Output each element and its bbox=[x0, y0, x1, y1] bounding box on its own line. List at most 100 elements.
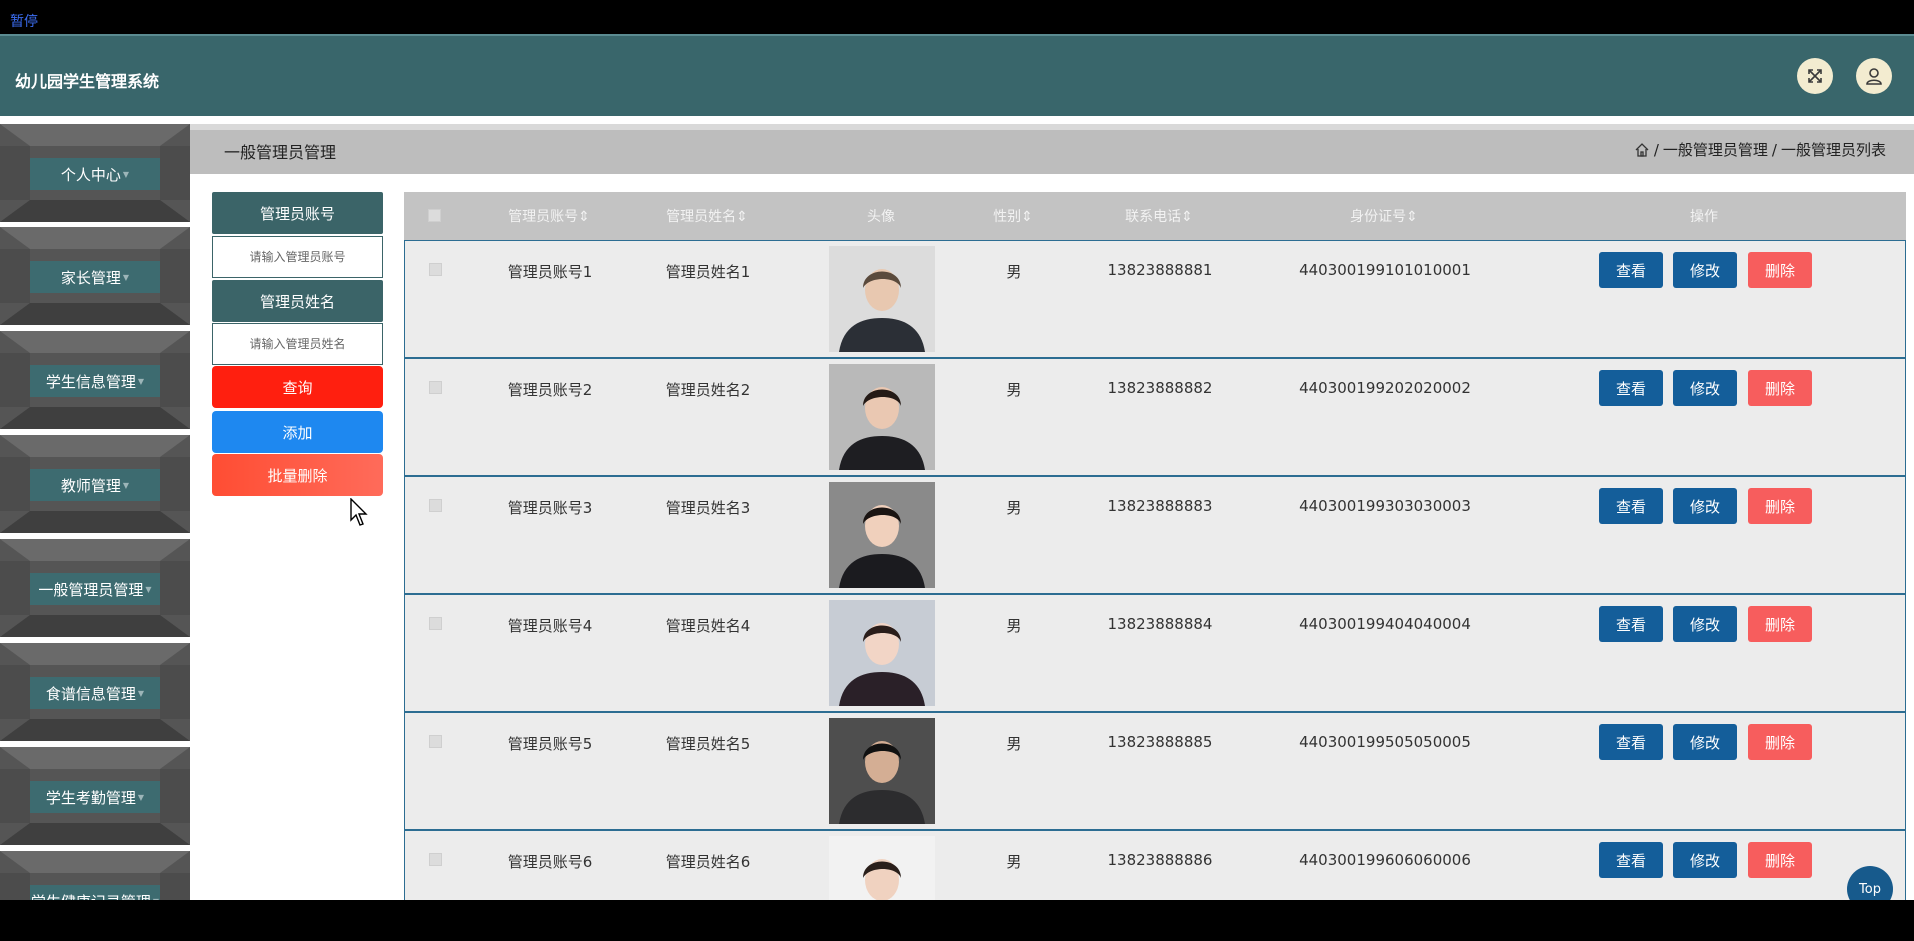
account-search-input[interactable] bbox=[212, 236, 383, 278]
video-player-bar: 暂停 bbox=[0, 0, 1914, 34]
edit-button[interactable]: 修改 bbox=[1673, 724, 1737, 760]
view-button[interactable]: 查看 bbox=[1599, 252, 1663, 288]
sidebar-item-text: 教师管理 bbox=[60, 476, 121, 495]
cell-account: 管理员账号6 bbox=[507, 853, 593, 871]
query-button[interactable]: 查询 bbox=[212, 366, 383, 408]
fullscreen-button[interactable] bbox=[1797, 58, 1833, 94]
column-header-text: 身份证号 bbox=[1350, 209, 1407, 225]
row-checkbox[interactable] bbox=[429, 263, 442, 276]
view-button[interactable]: 查看 bbox=[1599, 842, 1663, 878]
edit-button[interactable]: 修改 bbox=[1673, 606, 1737, 642]
chevron-down-icon: ▼ bbox=[137, 688, 145, 698]
breadcrumb: / 一般管理员管理 / 一般管理员列表 bbox=[1634, 139, 1886, 160]
sidebar-item-text: 学生健康记录管理 bbox=[31, 891, 151, 901]
avatar bbox=[829, 482, 935, 588]
delete-button[interactable]: 删除 bbox=[1748, 842, 1812, 878]
cell-id-card: 440300199505050005 bbox=[1299, 733, 1471, 751]
sidebar-item-text: 食谱信息管理 bbox=[45, 684, 136, 703]
table-row[interactable]: 管理员账号2 管理员姓名2 男 13823888882 4403001992020200… bbox=[404, 358, 1906, 476]
user-icon bbox=[1866, 68, 1882, 85]
column-header[interactable]: 性别⇕ bbox=[988, 206, 1038, 226]
table-row[interactable]: 管理员账号5 管理员姓名5 男 13823888885 4403001995050500… bbox=[404, 712, 1906, 830]
delete-button[interactable]: 删除 bbox=[1748, 488, 1812, 524]
cell-account: 管理员账号2 bbox=[507, 381, 593, 399]
sidebar-item-text: 学生考勤管理 bbox=[45, 788, 136, 807]
name-search-input[interactable] bbox=[212, 323, 383, 365]
sidebar-item-text: 学生信息管理 bbox=[45, 372, 136, 391]
column-header: 操作 bbox=[1690, 209, 1718, 225]
select-all-checkbox[interactable] bbox=[428, 209, 441, 222]
delete-button[interactable]: 删除 bbox=[1748, 724, 1812, 760]
sidebar-item-label: 个人中心 ▼ bbox=[30, 158, 160, 190]
sidebar-item-label: 学生信息管理 ▼ bbox=[30, 365, 160, 397]
sidebar-item-label: 家长管理 ▼ bbox=[30, 261, 160, 293]
fullscreen-icon bbox=[1808, 69, 1822, 83]
delete-button[interactable]: 删除 bbox=[1748, 370, 1812, 406]
delete-button[interactable]: 删除 bbox=[1748, 252, 1812, 288]
edit-button[interactable]: 修改 bbox=[1673, 488, 1737, 524]
cell-phone: 13823888884 bbox=[1107, 615, 1213, 633]
sidebar-item-recipes[interactable]: 食谱信息管理 ▼ bbox=[0, 643, 190, 741]
pause-status[interactable]: 暂停 bbox=[10, 11, 38, 31]
breadcrumb-separator: / bbox=[1771, 140, 1777, 159]
user-button[interactable] bbox=[1856, 58, 1892, 94]
cell-phone: 13823888886 bbox=[1107, 851, 1213, 869]
breadcrumb-item[interactable]: 一般管理员管理 bbox=[1663, 139, 1768, 160]
row-checkbox[interactable] bbox=[429, 381, 442, 394]
column-header[interactable]: 联系电话⇕ bbox=[1099, 206, 1219, 226]
sidebar-item-teachers[interactable]: 教师管理 ▼ bbox=[0, 435, 190, 533]
table-row[interactable]: 管理员账号4 管理员姓名4 男 13823888884 4403001994040400… bbox=[404, 594, 1906, 712]
chevron-down-icon: ▼ bbox=[137, 792, 145, 802]
sidebar-item-text: 个人中心 bbox=[60, 165, 121, 184]
row-checkbox[interactable] bbox=[429, 735, 442, 748]
view-button[interactable]: 查看 bbox=[1599, 606, 1663, 642]
row-checkbox[interactable] bbox=[429, 617, 442, 630]
breadcrumb-bar: 一般管理员管理 / 一般管理员管理 / 一般管理员列表 bbox=[190, 124, 1914, 174]
sidebar-item-attendance[interactable]: 学生考勤管理 ▼ bbox=[0, 747, 190, 845]
column-header[interactable]: 管理员姓名⇕ bbox=[662, 206, 752, 226]
view-button[interactable]: 查看 bbox=[1599, 724, 1663, 760]
cell-gender: 男 bbox=[1006, 617, 1022, 635]
table-row[interactable]: 管理员账号6 管理员姓名6 男 13823888886 4403001996060600… bbox=[404, 830, 1906, 900]
edit-button[interactable]: 修改 bbox=[1673, 252, 1737, 288]
table-row[interactable]: 管理员账号1 管理员姓名1 男 13823888881 4403001991010100… bbox=[404, 240, 1906, 358]
cell-name: 管理员姓名1 bbox=[665, 263, 751, 281]
view-button[interactable]: 查看 bbox=[1599, 370, 1663, 406]
column-header-text: 联系电话 bbox=[1125, 209, 1182, 225]
avatar bbox=[829, 718, 935, 824]
avatar bbox=[829, 600, 935, 706]
edit-button[interactable]: 修改 bbox=[1673, 842, 1737, 878]
edit-button[interactable]: 修改 bbox=[1673, 370, 1737, 406]
sidebar-item-label: 食谱信息管理 ▼ bbox=[30, 677, 160, 709]
batch-delete-button[interactable]: 批量删除 bbox=[212, 454, 383, 496]
column-header[interactable]: 身份证号⇕ bbox=[1324, 206, 1444, 226]
cell-id-card: 440300199404040004 bbox=[1299, 615, 1471, 633]
sidebar: 个人中心 ▼ 家长管理 ▼ 学生信息管理 ▼ 教师管理 ▼ 一般管理员管理 ▼ 食谱信息管… bbox=[0, 124, 190, 900]
cell-gender: 男 bbox=[1006, 735, 1022, 753]
sort-icon: ⇕ bbox=[1021, 209, 1033, 225]
add-button[interactable]: 添加 bbox=[212, 411, 383, 453]
breadcrumb-item: 一般管理员列表 bbox=[1780, 141, 1886, 159]
column-header[interactable]: 管理员账号⇕ bbox=[504, 206, 594, 226]
sidebar-item-health[interactable]: 学生健康记录管理▼ bbox=[0, 851, 190, 900]
sidebar-item-profile[interactable]: 个人中心 ▼ bbox=[0, 124, 190, 222]
avatar bbox=[829, 364, 935, 470]
delete-button[interactable]: 删除 bbox=[1748, 606, 1812, 642]
home-icon[interactable] bbox=[1634, 142, 1650, 158]
row-checkbox[interactable] bbox=[429, 499, 442, 512]
app-window: 幼儿园学生管理系统 个人中心 ▼ 家长管理 ▼ 学生信息管理 ▼ 教师管理 ▼ … bbox=[0, 34, 1914, 900]
breadcrumb-separator: / bbox=[1653, 140, 1659, 159]
chevron-down-icon: ▼ bbox=[122, 480, 130, 490]
cell-name: 管理员姓名4 bbox=[665, 617, 751, 635]
table-row[interactable]: 管理员账号3 管理员姓名3 男 13823888883 4403001993030300… bbox=[404, 476, 1906, 594]
avatar bbox=[829, 836, 935, 900]
app-header: 幼儿园学生管理系统 bbox=[0, 34, 1914, 116]
cell-name: 管理员姓名3 bbox=[665, 499, 751, 517]
sidebar-item-admins[interactable]: 一般管理员管理 ▼ bbox=[0, 539, 190, 637]
cell-account: 管理员账号4 bbox=[507, 617, 593, 635]
account-label: 管理员账号 bbox=[212, 192, 383, 234]
sidebar-item-students[interactable]: 学生信息管理 ▼ bbox=[0, 331, 190, 429]
row-checkbox[interactable] bbox=[429, 853, 442, 866]
view-button[interactable]: 查看 bbox=[1599, 488, 1663, 524]
sidebar-item-parents[interactable]: 家长管理 ▼ bbox=[0, 227, 190, 325]
